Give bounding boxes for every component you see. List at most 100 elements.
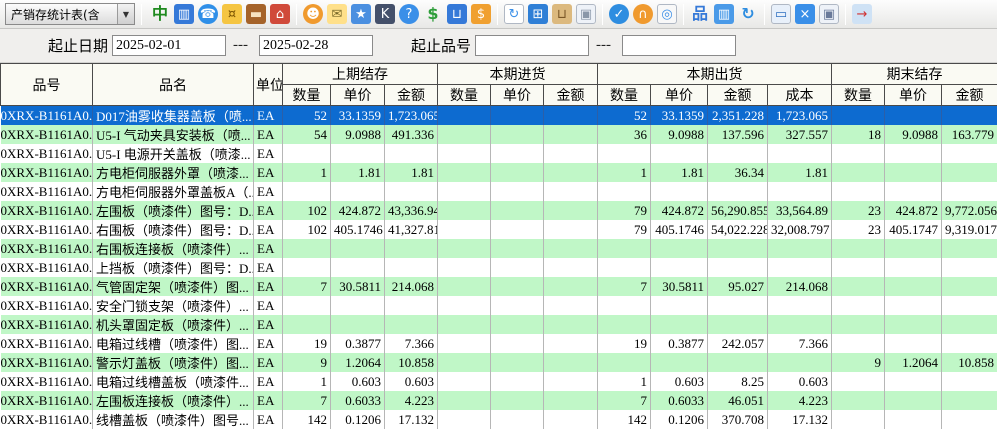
cart-icon[interactable]: ⊔ — [447, 4, 467, 24]
value-cell[interactable] — [885, 163, 942, 182]
value-cell[interactable] — [832, 163, 885, 182]
value-cell[interactable] — [885, 410, 942, 429]
item-to-input[interactable] — [622, 35, 736, 56]
value-cell[interactable]: 7 — [598, 277, 651, 296]
value-cell[interactable] — [832, 296, 885, 315]
value-cell[interactable] — [438, 277, 491, 296]
col-header-end-price[interactable]: 单价 — [885, 85, 942, 106]
value-cell[interactable] — [491, 410, 544, 429]
value-cell[interactable]: 0.3877 — [651, 334, 708, 353]
unit-cell[interactable]: EA — [254, 239, 283, 258]
table-row[interactable]: 0XRX-B1161A0...右围板连接板（喷漆件）...EA — [1, 239, 997, 258]
value-cell[interactable] — [544, 182, 598, 201]
value-cell[interactable] — [331, 239, 385, 258]
value-cell[interactable] — [544, 353, 598, 372]
value-cell[interactable]: 0.603 — [331, 372, 385, 391]
value-cell[interactable] — [438, 258, 491, 277]
value-cell[interactable]: 1 — [283, 163, 331, 182]
value-cell[interactable]: 7 — [283, 391, 331, 410]
value-cell[interactable] — [491, 201, 544, 220]
value-cell[interactable]: 102 — [283, 201, 331, 220]
value-cell[interactable]: 1,723.065 — [768, 106, 832, 126]
col-header-prev-qty[interactable]: 数量 — [283, 85, 331, 106]
item-name-cell[interactable]: 电箱过线槽（喷漆件）图... — [93, 334, 254, 353]
value-cell[interactable] — [598, 144, 651, 163]
value-cell[interactable]: 95.027 — [708, 277, 768, 296]
value-cell[interactable] — [768, 315, 832, 334]
report-refresh-icon[interactable]: ↻ — [504, 4, 524, 24]
value-cell[interactable] — [544, 220, 598, 239]
item-name-cell[interactable]: 左围板连接板（喷漆件）... — [93, 391, 254, 410]
value-cell[interactable] — [491, 277, 544, 296]
group-header-previous-balance[interactable]: 上期结存 — [283, 64, 438, 85]
value-cell[interactable] — [598, 182, 651, 201]
value-cell[interactable]: 491.336 — [385, 125, 438, 144]
item-name-cell[interactable]: 方电柜伺服器外罩（喷漆... — [93, 163, 254, 182]
value-cell[interactable]: 214.068 — [385, 277, 438, 296]
value-cell[interactable] — [544, 106, 598, 126]
item-name-cell[interactable]: U5-I 电源开关盖板（喷漆... — [93, 144, 254, 163]
item-name-cell[interactable]: 方电柜伺服器外罩盖板A（... — [93, 182, 254, 201]
value-cell[interactable]: 36 — [598, 125, 651, 144]
value-cell[interactable] — [885, 391, 942, 410]
value-cell[interactable] — [283, 258, 331, 277]
value-cell[interactable]: 0.6033 — [651, 391, 708, 410]
value-cell[interactable]: 1.2064 — [331, 353, 385, 372]
table-row[interactable]: 0XRX-B1161A0...左围板连接板（喷漆件）...EA70.60334.… — [1, 391, 997, 410]
value-cell[interactable] — [832, 258, 885, 277]
table-row[interactable]: 0XRX-B1161A0...U5-I 气动夹具安装板（喷...EA549.09… — [1, 125, 997, 144]
cascade-windows-icon[interactable]: ▣ — [819, 4, 839, 24]
value-cell[interactable]: 1.81 — [651, 163, 708, 182]
value-cell[interactable]: 9 — [832, 353, 885, 372]
unit-cell[interactable]: EA — [254, 315, 283, 334]
value-cell[interactable] — [942, 106, 997, 126]
table-row[interactable]: 0XRX-B1161A0...方电柜伺服器外罩（喷漆...EA11.811.81… — [1, 163, 997, 182]
value-cell[interactable]: 0.1206 — [331, 410, 385, 429]
value-cell[interactable] — [491, 220, 544, 239]
value-cell[interactable] — [283, 144, 331, 163]
value-cell[interactable] — [283, 315, 331, 334]
value-cell[interactable]: 54 — [283, 125, 331, 144]
col-header-in-amount[interactable]: 金额 — [544, 85, 598, 106]
col-header-out-cost[interactable]: 成本 — [768, 85, 832, 106]
exit-icon[interactable]: → — [852, 4, 872, 24]
item-no-cell[interactable]: 0XRX-B1161A0... — [1, 391, 93, 410]
item-no-cell[interactable]: 0XRX-B1161A0... — [1, 106, 93, 126]
value-cell[interactable] — [438, 163, 491, 182]
col-header-out-amount[interactable]: 金额 — [708, 85, 768, 106]
value-cell[interactable] — [491, 296, 544, 315]
value-cell[interactable]: 0.603 — [385, 372, 438, 391]
unit-cell[interactable]: EA — [254, 277, 283, 296]
table-row[interactable]: 0XRX-B1161A0...气管固定架（喷漆件）图...EA730.58112… — [1, 277, 997, 296]
value-cell[interactable]: 32,008.797 — [768, 220, 832, 239]
table-row[interactable]: 0XRX-B1161A0...警示灯盖板（喷漆件）图...EA91.206410… — [1, 353, 997, 372]
value-cell[interactable]: 56,290.855 — [708, 201, 768, 220]
price-icon[interactable]: $ — [423, 4, 443, 24]
value-cell[interactable] — [491, 334, 544, 353]
value-cell[interactable] — [651, 239, 708, 258]
table-row[interactable]: 0XRX-B1161A0...安全门锁支架（喷漆件）...EA — [1, 296, 997, 315]
value-cell[interactable]: 0.603 — [651, 372, 708, 391]
col-header-unit[interactable]: 单位 — [254, 64, 283, 106]
value-cell[interactable] — [708, 144, 768, 163]
item-no-cell[interactable]: 0XRX-B1161A0... — [1, 258, 93, 277]
value-cell[interactable]: 0.1206 — [651, 410, 708, 429]
value-cell[interactable] — [331, 315, 385, 334]
value-cell[interactable]: 30.5811 — [651, 277, 708, 296]
col-header-item-name[interactable]: 品名 — [93, 64, 254, 106]
value-cell[interactable] — [651, 258, 708, 277]
value-cell[interactable] — [885, 372, 942, 391]
value-cell[interactable]: 41,327.814 — [385, 220, 438, 239]
value-cell[interactable] — [385, 182, 438, 201]
value-cell[interactable] — [544, 125, 598, 144]
value-cell[interactable] — [885, 239, 942, 258]
unit-cell[interactable]: EA — [254, 201, 283, 220]
unit-cell[interactable]: EA — [254, 372, 283, 391]
value-cell[interactable] — [491, 353, 544, 372]
value-cell[interactable] — [942, 239, 997, 258]
value-cell[interactable]: 1 — [598, 163, 651, 182]
value-cell[interactable] — [651, 144, 708, 163]
member-card-icon[interactable]: ★ — [351, 4, 371, 24]
value-cell[interactable] — [598, 239, 651, 258]
value-cell[interactable]: 9.0988 — [651, 125, 708, 144]
